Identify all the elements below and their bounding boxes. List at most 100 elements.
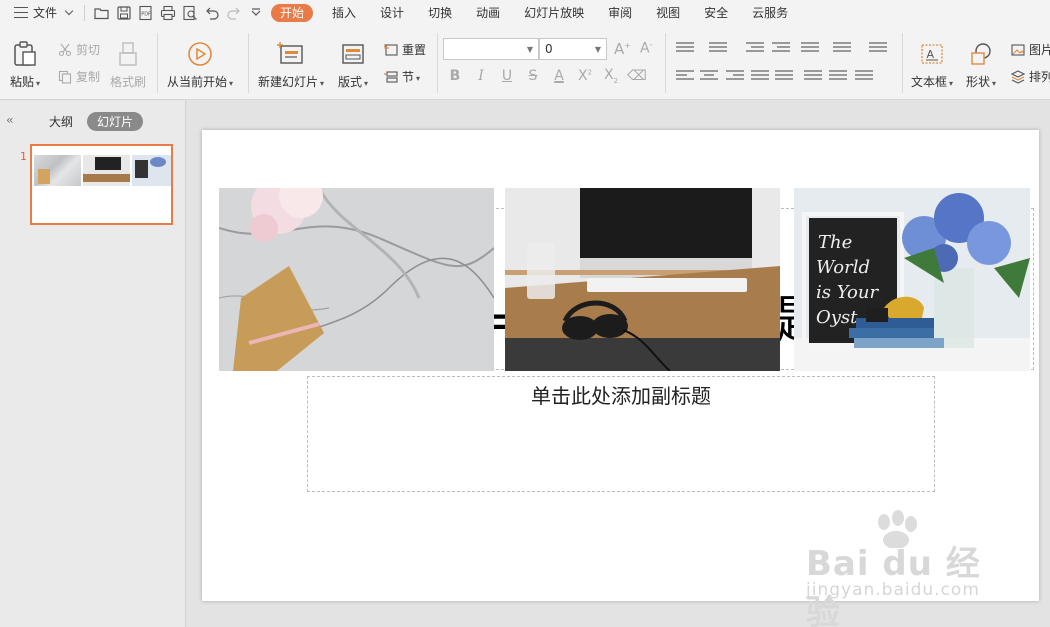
format-painter-button[interactable]: 格式刷 bbox=[110, 39, 146, 90]
vertical-align-icon[interactable] bbox=[829, 70, 847, 84]
play-from-current-label: 从当前开始 bbox=[167, 73, 233, 90]
print-preview-icon[interactable] bbox=[179, 2, 201, 24]
reset-button[interactable]: 重置 bbox=[384, 41, 426, 58]
distribute-icon[interactable] bbox=[775, 70, 793, 84]
ribbon-divider bbox=[248, 33, 249, 93]
open-folder-icon[interactable] bbox=[91, 2, 113, 24]
superscript-icon[interactable]: X2 bbox=[575, 68, 595, 84]
tab-slides[interactable]: 幻灯片 bbox=[87, 112, 144, 131]
picture-button[interactable]: 图片 bbox=[1011, 41, 1050, 58]
picture-label: 图片 bbox=[1029, 43, 1050, 57]
picture-icon bbox=[1011, 43, 1025, 56]
slide-number: 1 bbox=[20, 150, 27, 163]
cut-label: 剪切 bbox=[76, 43, 101, 57]
scissors-icon bbox=[58, 43, 72, 56]
tab-home[interactable]: 开始 bbox=[271, 3, 314, 22]
tab-view[interactable]: 视图 bbox=[644, 0, 692, 25]
svg-text:PDF: PDF bbox=[141, 11, 151, 17]
text-direction-icon[interactable] bbox=[833, 42, 851, 56]
align-center-icon[interactable] bbox=[700, 70, 718, 84]
new-slide-button[interactable]: 新建幻灯片 bbox=[258, 39, 324, 90]
flowers-chalkboard-photo[interactable]: The World is Your Oyst bbox=[794, 188, 1030, 371]
play-icon bbox=[185, 39, 215, 69]
subtitle-placeholder-text: 单击此处添加副标题 bbox=[531, 384, 711, 408]
decrease-font-button[interactable]: A- bbox=[640, 40, 652, 57]
textbox-button[interactable]: A 文本框 bbox=[911, 39, 953, 90]
numbered-list-icon[interactable] bbox=[709, 42, 727, 56]
copy-button[interactable]: 复制 bbox=[58, 68, 100, 85]
format-painter-label: 格式刷 bbox=[110, 75, 147, 89]
paste-label: 粘贴 bbox=[10, 73, 40, 90]
collapse-panel-icon[interactable]: ‹‹ bbox=[6, 113, 13, 127]
new-slide-label: 新建幻灯片 bbox=[258, 73, 324, 90]
layout-button[interactable]: 版式 bbox=[338, 39, 368, 90]
increase-font-button[interactable]: A+ bbox=[614, 40, 631, 58]
subtitle-placeholder[interactable]: 单击此处添加副标题 bbox=[307, 376, 935, 492]
tab-slideshow[interactable]: 幻灯片放映 bbox=[512, 0, 596, 25]
svg-text:The: The bbox=[818, 232, 852, 253]
align-left-icon[interactable] bbox=[676, 70, 694, 84]
svg-text:is Your: is Your bbox=[816, 282, 879, 303]
bold-icon[interactable]: B bbox=[445, 68, 465, 84]
svg-text:A: A bbox=[927, 48, 935, 61]
paste-button[interactable]: 粘贴 bbox=[10, 39, 40, 90]
file-menu[interactable]: 文件 bbox=[0, 0, 78, 25]
play-from-current-button[interactable]: 从当前开始 bbox=[167, 39, 233, 90]
subscript-icon[interactable]: X2 bbox=[601, 67, 621, 85]
tab-review[interactable]: 审阅 bbox=[596, 0, 644, 25]
italic-icon[interactable]: I bbox=[471, 68, 491, 84]
thumb-flowers-image bbox=[132, 155, 171, 186]
clear-format-icon[interactable]: ⌫ bbox=[627, 68, 647, 84]
increase-indent-icon[interactable] bbox=[772, 42, 790, 56]
columns-icon[interactable] bbox=[801, 42, 819, 56]
strikethrough-icon[interactable]: S bbox=[523, 68, 543, 84]
shapes-icon bbox=[966, 39, 996, 69]
tab-insert[interactable]: 插入 bbox=[320, 0, 368, 25]
undo-icon[interactable] bbox=[201, 2, 223, 24]
print-icon[interactable] bbox=[157, 2, 179, 24]
menu-bar: 文件 PDF 开始 插入 设计 切换 动画 幻灯片放映 审阅 视图 安全 云服务 bbox=[0, 0, 1050, 25]
line-spacing-icon[interactable] bbox=[869, 42, 887, 56]
tab-outline[interactable]: 大纲 bbox=[49, 112, 73, 131]
desk-computer-photo[interactable] bbox=[505, 188, 780, 371]
tab-transitions[interactable]: 切换 bbox=[416, 0, 464, 25]
section-label: 节 bbox=[402, 68, 420, 85]
underline-icon[interactable]: U bbox=[497, 68, 517, 84]
save-icon[interactable] bbox=[113, 2, 135, 24]
bullet-list-icon[interactable] bbox=[676, 42, 694, 56]
decrease-indent-icon[interactable] bbox=[746, 42, 764, 56]
tab-design[interactable]: 设计 bbox=[368, 0, 416, 25]
divider bbox=[84, 4, 86, 21]
align-right-icon[interactable] bbox=[726, 70, 744, 84]
new-slide-icon bbox=[276, 39, 306, 69]
ribbon-divider bbox=[157, 33, 158, 93]
hamburger-icon bbox=[14, 7, 28, 18]
section-icon bbox=[384, 70, 398, 83]
redo-icon[interactable] bbox=[223, 2, 245, 24]
customize-toolbar-icon[interactable] bbox=[245, 2, 267, 24]
ribbon-divider bbox=[665, 33, 666, 93]
cut-button[interactable]: 剪切 bbox=[58, 41, 100, 58]
paragraph-settings-icon[interactable] bbox=[855, 70, 873, 84]
export-pdf-icon[interactable]: PDF bbox=[135, 2, 157, 24]
font-name-select[interactable]: ▼ bbox=[443, 38, 539, 60]
chevron-down-icon bbox=[64, 6, 74, 16]
section-button[interactable]: 节 bbox=[384, 68, 420, 85]
slide-thumbnail[interactable] bbox=[30, 144, 173, 225]
justify-icon[interactable] bbox=[751, 70, 769, 84]
font-color-icon[interactable]: A bbox=[549, 68, 569, 84]
shapes-button[interactable]: 形状 bbox=[966, 39, 996, 90]
reset-label: 重置 bbox=[402, 43, 427, 57]
tab-animations[interactable]: 动画 bbox=[464, 0, 512, 25]
font-size-select[interactable]: 0 ▼ bbox=[539, 38, 607, 60]
tab-security[interactable]: 安全 bbox=[692, 0, 740, 25]
marble-notebook-photo[interactable] bbox=[219, 188, 494, 371]
arrange-button[interactable]: 排列 bbox=[1011, 68, 1050, 85]
arrange-icon bbox=[1011, 69, 1025, 84]
tab-cloud[interactable]: 云服务 bbox=[740, 0, 800, 25]
clipboard-icon bbox=[10, 39, 40, 69]
paragraph-spacing-icon[interactable] bbox=[804, 70, 822, 84]
slides-panel: ‹‹ 大纲 幻灯片 1 bbox=[0, 101, 186, 627]
watermark-url: jingyan.baidu.com bbox=[806, 580, 980, 600]
reset-icon bbox=[384, 43, 398, 56]
